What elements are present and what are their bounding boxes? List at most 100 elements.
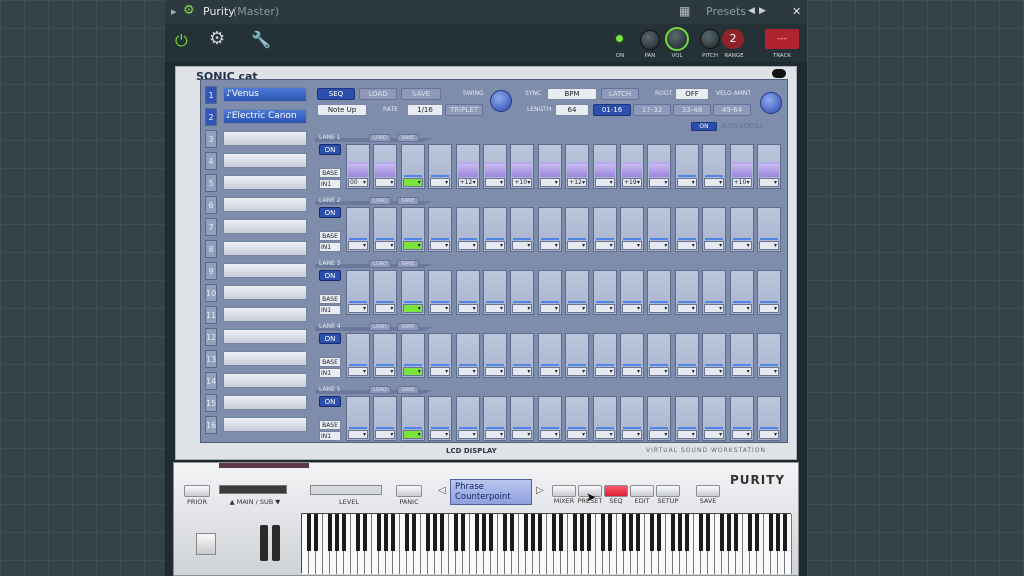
step-dropdown[interactable] [649,367,670,376]
pitch-wheel[interactable] [260,525,268,561]
track-name-slot[interactable] [223,241,307,256]
track-number[interactable]: 13 [205,350,217,368]
track-row[interactable]: 13 [205,350,309,370]
step-dropdown[interactable] [594,304,615,313]
step-cell[interactable] [702,144,727,189]
step-dropdown[interactable] [402,241,423,250]
black-key[interactable] [671,514,675,551]
step-cell[interactable] [674,396,699,441]
step-cell[interactable] [537,396,562,441]
mod-wheel[interactable] [272,525,280,561]
step-dropdown[interactable] [348,367,368,376]
page-17-32[interactable]: 17-32 [633,104,671,116]
black-key[interactable] [608,514,612,551]
step-dropdown[interactable] [539,178,560,187]
step-cell[interactable] [729,207,754,252]
step-dropdown[interactable] [759,367,779,376]
track-row[interactable]: 14 [205,372,309,392]
track-name-slot[interactable] [223,395,307,410]
pitch-knob[interactable] [700,29,720,49]
step-cell[interactable] [510,270,535,315]
step-cell[interactable] [483,144,507,189]
black-key[interactable] [720,514,724,551]
page-49-64[interactable]: 49-64 [713,104,751,116]
lane-save-button[interactable]: SAVE [397,386,419,394]
track-row[interactable]: 11 [205,306,309,326]
step-dropdown[interactable] [457,367,478,376]
step-dropdown[interactable] [457,430,478,439]
step-dropdown[interactable] [759,241,779,250]
step-dropdown[interactable] [567,367,588,376]
track-name-slot[interactable]: ♪Venus [223,87,307,102]
step-dropdown[interactable] [457,304,478,313]
track-number[interactable]: 9 [205,262,217,280]
prior-button[interactable] [184,485,210,497]
track-row[interactable]: 10 [205,284,309,304]
step-cell[interactable] [702,396,727,441]
step-cell[interactable] [565,333,590,378]
track-row[interactable]: 9 [205,262,309,282]
step-cell[interactable] [483,396,507,441]
step-cell[interactable] [620,333,644,378]
rate-dropdown[interactable]: 1/16 [407,104,443,116]
step-cell[interactable] [647,333,672,378]
track-number[interactable]: 15 [205,394,217,412]
seq-mode-button[interactable] [604,485,628,497]
step-dropdown[interactable] [485,367,505,376]
track-number[interactable]: 1 [205,86,217,104]
step-cell[interactable] [592,207,617,252]
step-cell[interactable] [510,396,535,441]
step-cell[interactable] [510,333,535,378]
track-number[interactable]: 14 [205,372,217,390]
step-cell[interactable] [455,333,480,378]
gear-icon[interactable]: ⚙ [183,3,195,18]
pan-knob[interactable] [640,30,660,50]
step-dropdown[interactable] [375,304,396,313]
track-name-slot[interactable] [223,373,307,388]
track-row[interactable]: 15 [205,394,309,414]
black-key[interactable] [573,514,577,551]
volume-knob[interactable] [665,27,689,51]
step-dropdown[interactable] [539,304,560,313]
black-key[interactable] [335,514,339,551]
step-dropdown[interactable] [704,241,725,250]
step-dropdown[interactable] [622,430,642,439]
track-name-slot[interactable] [223,329,307,344]
black-key[interactable] [482,514,486,551]
step-cell[interactable] [400,270,425,315]
step-cell[interactable] [428,207,453,252]
step-cell[interactable] [373,396,398,441]
step-cell[interactable] [729,396,754,441]
panic-button[interactable] [396,485,422,497]
step-dropdown[interactable] [485,304,505,313]
step-cell[interactable]: 00 [346,144,370,189]
settings-icon[interactable]: ⚙ [209,28,225,49]
step-dropdown[interactable]: +19 [622,178,642,187]
step-cell[interactable] [674,207,699,252]
lane-load-button[interactable]: LOAD [369,323,391,331]
step-cell[interactable] [428,144,453,189]
black-key[interactable] [342,514,346,551]
step-cell[interactable] [620,396,644,441]
step-cell[interactable] [455,207,480,252]
lane-save-button[interactable]: SAVE [397,323,419,331]
lane-base-button[interactable]: BASE [319,231,341,241]
step-dropdown[interactable] [539,430,560,439]
step-dropdown[interactable] [731,241,752,250]
step-dropdown[interactable] [402,430,423,439]
track-row[interactable]: 1 ♪Venus [205,86,309,106]
track-row[interactable]: 5 [205,174,309,194]
track-number[interactable]: 16 [205,416,217,434]
lane-on-button[interactable]: ON [319,144,341,155]
mixer-button[interactable] [552,485,576,497]
step-dropdown[interactable]: 00 [348,178,368,187]
step-cell[interactable] [400,144,425,189]
track-row[interactable]: 2 ♪Electric Canon [205,108,309,128]
track-number[interactable]: 4 [205,152,217,170]
step-cell[interactable] [537,333,562,378]
step-dropdown[interactable] [704,367,725,376]
step-dropdown[interactable] [402,178,423,187]
black-key[interactable] [307,514,311,551]
lane-save-button[interactable]: SAVE [397,260,419,268]
step-cell[interactable] [373,270,398,315]
